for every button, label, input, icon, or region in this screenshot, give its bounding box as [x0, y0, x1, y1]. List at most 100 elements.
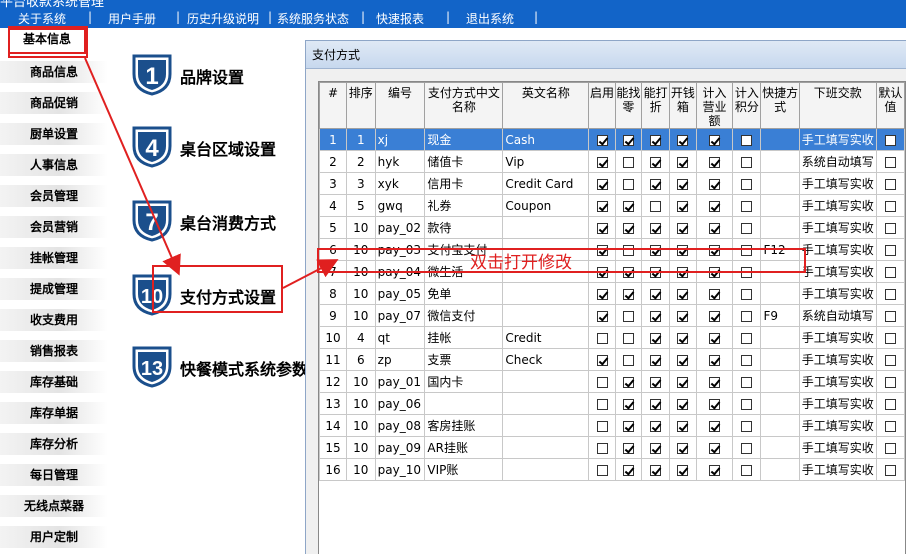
- column-header[interactable]: 快捷方式: [760, 82, 800, 129]
- table-row[interactable]: 10 4 qt 挂帐 Credit 手工填写实收: [319, 326, 905, 349]
- cb-enabled-checkbox[interactable]: [596, 442, 608, 454]
- column-header[interactable]: 计入积分: [732, 82, 762, 129]
- column-header[interactable]: #: [319, 82, 347, 129]
- cb-revenue-checkbox[interactable]: [708, 354, 720, 366]
- cb-enabled-checkbox[interactable]: [596, 288, 608, 300]
- cb-revenue-checkbox[interactable]: [708, 156, 720, 168]
- cb-revenue-checkbox[interactable]: [708, 376, 720, 388]
- sidebar-item-user-custom[interactable]: 用户定制: [0, 526, 108, 548]
- default-checkbox[interactable]: [884, 200, 896, 212]
- cb-change-checkbox[interactable]: [622, 442, 634, 454]
- sidebar-item-wireless-ordering[interactable]: 无线点菜器: [0, 495, 108, 517]
- cb-enabled-checkbox[interactable]: [596, 200, 608, 212]
- cb-discount-checkbox[interactable]: [650, 310, 662, 322]
- column-header[interactable]: 下班交款: [798, 82, 877, 129]
- cb-revenue-checkbox[interactable]: [708, 310, 720, 322]
- table-row[interactable]: 8 10 pay_05 免单 手工填写实收: [319, 282, 905, 305]
- cb-points-checkbox[interactable]: [741, 200, 753, 212]
- column-header[interactable]: 启用: [588, 82, 616, 129]
- cb-revenue-checkbox[interactable]: [708, 134, 720, 146]
- cb-cash-drawer-checkbox[interactable]: [677, 442, 689, 454]
- sidebar-item-inventory-analysis[interactable]: 库存分析: [0, 433, 108, 455]
- cb-cash-drawer-checkbox[interactable]: [677, 178, 689, 190]
- sidebar-item-promotion[interactable]: 商品促销: [0, 92, 108, 114]
- cb-change-checkbox[interactable]: [622, 156, 634, 168]
- table-row[interactable]: 1 1 xj 现金 Cash 手工填写实收: [319, 128, 905, 151]
- cb-revenue-checkbox[interactable]: [708, 398, 720, 410]
- column-header[interactable]: 排序: [345, 82, 376, 129]
- default-checkbox[interactable]: [884, 244, 896, 256]
- default-checkbox[interactable]: [884, 134, 896, 146]
- cb-enabled-checkbox[interactable]: [596, 332, 608, 344]
- sidebar-item-commission[interactable]: 提成管理: [0, 278, 108, 300]
- sidebar-item-expenses[interactable]: 收支费用: [0, 309, 108, 331]
- table-row[interactable]: 3 3 xyk 信用卡 Credit Card 手工填写实收: [319, 172, 905, 195]
- cb-revenue-checkbox[interactable]: [708, 332, 720, 344]
- default-checkbox[interactable]: [884, 354, 896, 366]
- menu-user-manual[interactable]: 用户手册: [108, 10, 156, 27]
- default-checkbox[interactable]: [884, 376, 896, 388]
- cb-points-checkbox[interactable]: [741, 464, 753, 476]
- cb-enabled-checkbox[interactable]: [596, 156, 608, 168]
- cb-enabled-checkbox[interactable]: [596, 134, 608, 146]
- table-row[interactable]: 5 10 pay_02 款待 手工填写实收: [319, 216, 905, 239]
- cb-discount-checkbox[interactable]: [650, 222, 662, 234]
- table-row[interactable]: 16 10 pay_10 VIP账 手工填写实收: [319, 458, 905, 481]
- column-header[interactable]: 能打折: [641, 82, 671, 129]
- cb-change-checkbox[interactable]: [622, 178, 634, 190]
- sidebar-item-member-marketing[interactable]: 会员营销: [0, 216, 108, 238]
- cb-revenue-checkbox[interactable]: [708, 464, 720, 476]
- column-header[interactable]: 计入营业额: [695, 82, 734, 129]
- default-checkbox[interactable]: [884, 464, 896, 476]
- cb-change-checkbox[interactable]: [622, 398, 634, 410]
- default-checkbox[interactable]: [884, 420, 896, 432]
- default-checkbox[interactable]: [884, 442, 896, 454]
- cb-change-checkbox[interactable]: [622, 332, 634, 344]
- cb-discount-checkbox[interactable]: [650, 156, 662, 168]
- cb-points-checkbox[interactable]: [741, 332, 753, 344]
- menu-quick-report[interactable]: 快速报表: [376, 10, 424, 27]
- cb-discount-checkbox[interactable]: [650, 420, 662, 432]
- cb-enabled-checkbox[interactable]: [596, 398, 608, 410]
- cb-discount-checkbox[interactable]: [650, 332, 662, 344]
- cb-cash-drawer-checkbox[interactable]: [677, 398, 689, 410]
- cb-revenue-checkbox[interactable]: [708, 442, 720, 454]
- menu-about[interactable]: 关于系统: [18, 10, 66, 27]
- sidebar-item-sales-report[interactable]: 销售报表: [0, 340, 108, 362]
- cb-enabled-checkbox[interactable]: [596, 310, 608, 322]
- cb-discount-checkbox[interactable]: [650, 134, 662, 146]
- cb-discount-checkbox[interactable]: [650, 442, 662, 454]
- default-checkbox[interactable]: [884, 332, 896, 344]
- cb-discount-checkbox[interactable]: [650, 464, 662, 476]
- cb-enabled-checkbox[interactable]: [596, 354, 608, 366]
- cb-change-checkbox[interactable]: [622, 464, 634, 476]
- default-checkbox[interactable]: [884, 156, 896, 168]
- cb-points-checkbox[interactable]: [741, 376, 753, 388]
- default-checkbox[interactable]: [884, 310, 896, 322]
- cb-points-checkbox[interactable]: [741, 442, 753, 454]
- table-row[interactable]: 15 10 pay_09 AR挂账 手工填写实收: [319, 436, 905, 459]
- cb-change-checkbox[interactable]: [622, 134, 634, 146]
- column-header[interactable]: 开钱箱: [669, 82, 697, 129]
- menu-exit[interactable]: 退出系统: [466, 10, 514, 27]
- menu-service-status[interactable]: 系统服务状态: [277, 10, 349, 27]
- cb-enabled-checkbox[interactable]: [596, 178, 608, 190]
- cb-cash-drawer-checkbox[interactable]: [677, 310, 689, 322]
- sidebar-item-inventory-base[interactable]: 库存基础: [0, 371, 108, 393]
- cb-revenue-checkbox[interactable]: [708, 288, 720, 300]
- cb-points-checkbox[interactable]: [741, 222, 753, 234]
- menu-upgrade-history[interactable]: 历史升级说明: [187, 10, 259, 27]
- table-row[interactable]: 2 2 hyk 储值卡 Vip 系统自动填写: [319, 150, 905, 173]
- sidebar-item-product-info[interactable]: 商品信息: [0, 61, 108, 83]
- cb-points-checkbox[interactable]: [741, 288, 753, 300]
- cb-discount-checkbox[interactable]: [650, 200, 662, 212]
- cb-cash-drawer-checkbox[interactable]: [677, 464, 689, 476]
- cb-enabled-checkbox[interactable]: [596, 420, 608, 432]
- column-header[interactable]: 默认值: [875, 82, 905, 129]
- default-checkbox[interactable]: [884, 266, 896, 278]
- cb-revenue-checkbox[interactable]: [708, 420, 720, 432]
- column-header[interactable]: 支付方式中文名称: [424, 82, 504, 129]
- cb-discount-checkbox[interactable]: [650, 398, 662, 410]
- sidebar-item-credit-mgmt[interactable]: 挂帐管理: [0, 247, 108, 269]
- sidebar-item-daily-mgmt[interactable]: 每日管理: [0, 464, 108, 486]
